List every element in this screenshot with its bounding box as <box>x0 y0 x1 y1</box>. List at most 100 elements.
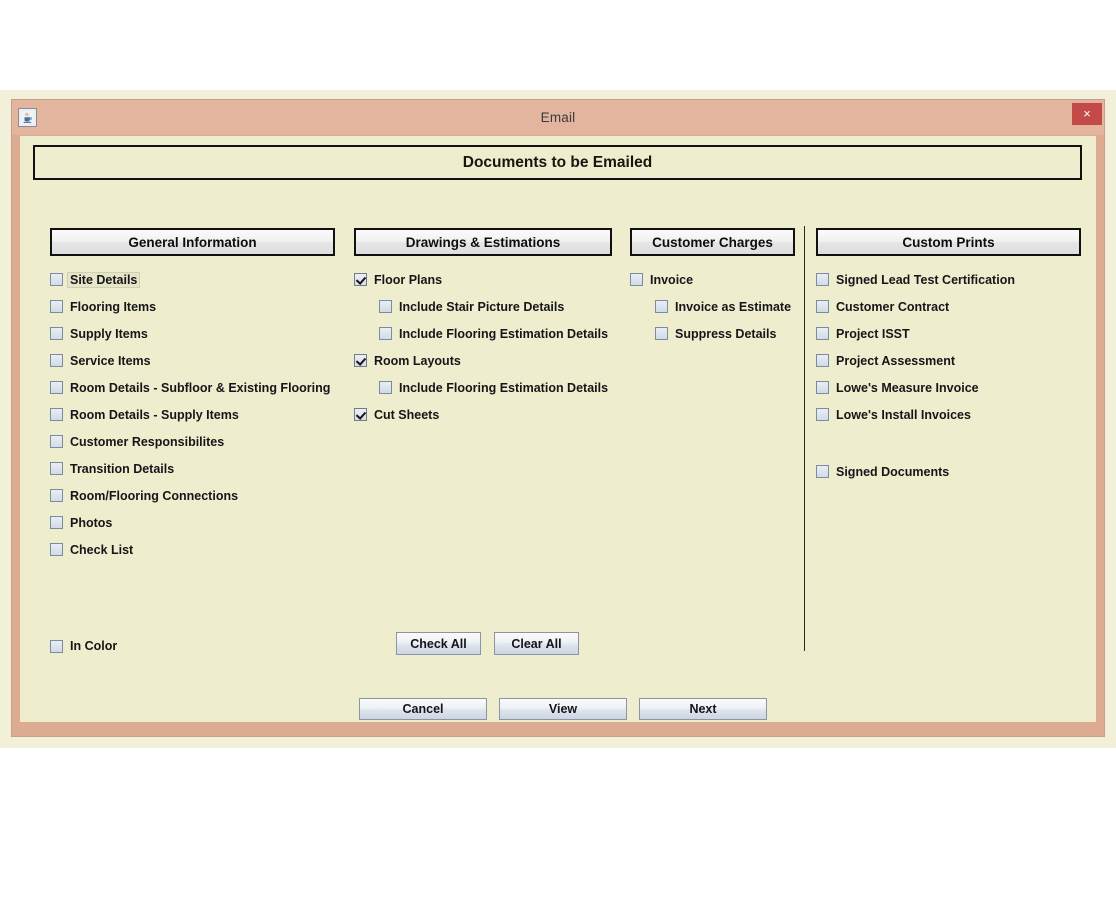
checkbox-row-signed-lead-test-certification[interactable]: Signed Lead Test Certification <box>816 266 1081 293</box>
checkbox-label-check-list[interactable]: Check List <box>70 543 133 557</box>
checkbox-signed-lead-test-certification[interactable] <box>816 273 829 286</box>
checkbox-row-service-items[interactable]: Service Items <box>50 347 335 374</box>
checkbox-row-room-details-subfloor[interactable]: Room Details - Subfloor & Existing Floor… <box>50 374 335 401</box>
column-header-drawings-estimations: Drawings & Estimations <box>354 228 612 256</box>
checkbox-room-flooring-connections[interactable] <box>50 489 63 502</box>
clear-all-button[interactable]: Clear All <box>494 632 579 655</box>
checkbox-label-lowes-measure-invoice[interactable]: Lowe's Measure Invoice <box>836 381 979 395</box>
checkbox-project-assessment[interactable] <box>816 354 829 367</box>
checkbox-row-flooring-items[interactable]: Flooring Items <box>50 293 335 320</box>
checkbox-label-suppress-details[interactable]: Suppress Details <box>675 327 776 341</box>
checkbox-supply-items[interactable] <box>50 327 63 340</box>
checkbox-customer-responsibilites[interactable] <box>50 435 63 448</box>
action-button-row: Cancel View Next <box>359 698 767 720</box>
checkbox-label-include-flooring-estimation-details-roomlayouts[interactable]: Include Flooring Estimation Details <box>399 381 608 395</box>
checkbox-label-in-color[interactable]: In Color <box>70 639 117 653</box>
checkbox-label-photos[interactable]: Photos <box>70 516 112 530</box>
checkbox-room-details-supply-items[interactable] <box>50 408 63 421</box>
checkbox-row-transition-details[interactable]: Transition Details <box>50 455 335 482</box>
checkbox-project-isst[interactable] <box>816 327 829 340</box>
checkbox-row-cut-sheets[interactable]: Cut Sheets <box>354 401 612 428</box>
checkbox-lowes-measure-invoice[interactable] <box>816 381 829 394</box>
checkbox-room-details-subfloor[interactable] <box>50 381 63 394</box>
checkbox-include-stair-picture-details[interactable] <box>379 300 392 313</box>
checkbox-label-transition-details[interactable]: Transition Details <box>70 462 174 476</box>
checkbox-row-room-flooring-connections[interactable]: Room/Flooring Connections <box>50 482 335 509</box>
checkbox-label-customer-responsibilites[interactable]: Customer Responsibilites <box>70 435 224 449</box>
checkbox-row-lowes-install-invoices[interactable]: Lowe's Install Invoices <box>816 401 1081 428</box>
checkbox-row-signed-documents[interactable]: Signed Documents <box>816 458 1081 485</box>
checkbox-flooring-items[interactable] <box>50 300 63 313</box>
checkbox-transition-details[interactable] <box>50 462 63 475</box>
column-customer-charges: Customer Charges Invoice Invoice as Esti… <box>630 228 795 347</box>
email-dialog-window: Email × Documents to be Emailed General … <box>11 99 1105 737</box>
checkbox-room-layouts[interactable] <box>354 354 367 367</box>
check-all-button[interactable]: Check All <box>396 632 481 655</box>
checkbox-label-room-details-supply-items[interactable]: Room Details - Supply Items <box>70 408 239 422</box>
cancel-button[interactable]: Cancel <box>359 698 487 720</box>
checkbox-row-project-isst[interactable]: Project ISST <box>816 320 1081 347</box>
checkbox-label-floor-plans[interactable]: Floor Plans <box>374 273 442 287</box>
window-titlebar[interactable]: Email × <box>12 100 1104 135</box>
checkbox-row-lowes-measure-invoice[interactable]: Lowe's Measure Invoice <box>816 374 1081 401</box>
checkbox-row-project-assessment[interactable]: Project Assessment <box>816 347 1081 374</box>
checkbox-row-photos[interactable]: Photos <box>50 509 335 536</box>
checkbox-check-list[interactable] <box>50 543 63 556</box>
checkbox-label-site-details[interactable]: Site Details <box>68 273 139 287</box>
checkbox-row-room-layouts[interactable]: Room Layouts <box>354 347 612 374</box>
checkbox-floor-plans[interactable] <box>354 273 367 286</box>
checkbox-row-customer-contract[interactable]: Customer Contract <box>816 293 1081 320</box>
checkbox-row-invoice[interactable]: Invoice <box>630 266 795 293</box>
checkbox-row-in-color[interactable]: In Color <box>50 639 117 653</box>
checkbox-lowes-install-invoices[interactable] <box>816 408 829 421</box>
checkbox-service-items[interactable] <box>50 354 63 367</box>
checkbox-photos[interactable] <box>50 516 63 529</box>
checkbox-row-site-details[interactable]: Site Details <box>50 266 335 293</box>
checkbox-label-room-flooring-connections[interactable]: Room/Flooring Connections <box>70 489 238 503</box>
checkbox-row-check-list[interactable]: Check List <box>50 536 335 563</box>
checkbox-row-supply-items[interactable]: Supply Items <box>50 320 335 347</box>
checkbox-row-suppress-details[interactable]: Suppress Details <box>630 320 795 347</box>
checkbox-label-invoice[interactable]: Invoice <box>650 273 693 287</box>
checkbox-label-project-isst[interactable]: Project ISST <box>836 327 910 341</box>
checkbox-row-include-stair-picture-details[interactable]: Include Stair Picture Details <box>354 293 612 320</box>
checkbox-label-project-assessment[interactable]: Project Assessment <box>836 354 955 368</box>
checkbox-customer-contract[interactable] <box>816 300 829 313</box>
checkbox-label-signed-lead-test-certification[interactable]: Signed Lead Test Certification <box>836 273 1015 287</box>
next-button[interactable]: Next <box>639 698 767 720</box>
checkbox-include-flooring-estimation-details-floorplans[interactable] <box>379 327 392 340</box>
checkbox-row-room-details-supply-items[interactable]: Room Details - Supply Items <box>50 401 335 428</box>
close-button[interactable]: × <box>1072 103 1102 125</box>
checkbox-label-include-stair-picture-details[interactable]: Include Stair Picture Details <box>399 300 564 314</box>
checkbox-row-floor-plans[interactable]: Floor Plans <box>354 266 612 293</box>
column-header-general-information: General Information <box>50 228 335 256</box>
checkbox-label-room-layouts[interactable]: Room Layouts <box>374 354 461 368</box>
checkbox-invoice[interactable] <box>630 273 643 286</box>
checkbox-row-include-flooring-estimation-details-roomlayouts[interactable]: Include Flooring Estimation Details <box>354 374 612 401</box>
checkbox-label-cut-sheets[interactable]: Cut Sheets <box>374 408 439 422</box>
checkbox-row-include-flooring-estimation-details-floorplans[interactable]: Include Flooring Estimation Details <box>354 320 612 347</box>
checkbox-label-flooring-items[interactable]: Flooring Items <box>70 300 156 314</box>
checkbox-label-invoice-as-estimate[interactable]: Invoice as Estimate <box>675 300 791 314</box>
checkbox-site-details[interactable] <box>50 273 63 286</box>
column-header-customer-charges: Customer Charges <box>630 228 795 256</box>
checkbox-signed-documents[interactable] <box>816 465 829 478</box>
dialog-banner: Documents to be Emailed <box>33 145 1082 180</box>
checkbox-cut-sheets[interactable] <box>354 408 367 421</box>
checkbox-label-room-details-subfloor[interactable]: Room Details - Subfloor & Existing Floor… <box>70 381 330 395</box>
checkbox-label-service-items[interactable]: Service Items <box>70 354 151 368</box>
checkbox-label-supply-items[interactable]: Supply Items <box>70 327 148 341</box>
dialog-banner-text: Documents to be Emailed <box>463 154 652 172</box>
checkbox-in-color[interactable] <box>50 640 63 653</box>
checkbox-row-invoice-as-estimate[interactable]: Invoice as Estimate <box>630 293 795 320</box>
checkbox-invoice-as-estimate[interactable] <box>655 300 668 313</box>
checkbox-label-lowes-install-invoices[interactable]: Lowe's Install Invoices <box>836 408 971 422</box>
checkbox-label-include-flooring-estimation-details-floorplans[interactable]: Include Flooring Estimation Details <box>399 327 608 341</box>
checkbox-include-flooring-estimation-details-roomlayouts[interactable] <box>379 381 392 394</box>
checkbox-label-customer-contract[interactable]: Customer Contract <box>836 300 949 314</box>
checkbox-label-signed-documents[interactable]: Signed Documents <box>836 465 949 479</box>
checkbox-suppress-details[interactable] <box>655 327 668 340</box>
dialog-content: Documents to be Emailed General Informat… <box>20 136 1096 722</box>
checkbox-row-customer-responsibilites[interactable]: Customer Responsibilites <box>50 428 335 455</box>
view-button[interactable]: View <box>499 698 627 720</box>
